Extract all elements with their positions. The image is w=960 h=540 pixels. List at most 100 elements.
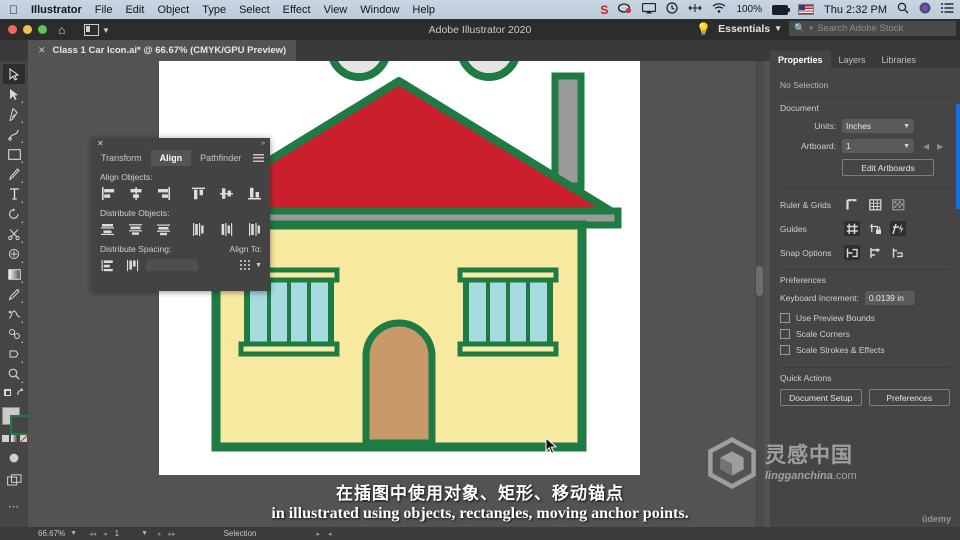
next-artboard-icon[interactable]: ▸ [158, 530, 162, 538]
chevron-left-icon[interactable]: ◀ [923, 142, 929, 151]
align-top-icon[interactable] [191, 186, 206, 200]
units-select[interactable]: Inches ▼ [842, 119, 914, 133]
keyboard-increment-input[interactable]: 0.0139 in [864, 291, 915, 305]
align-horizontal-center-icon[interactable] [128, 186, 143, 200]
snap-to-grid-icon[interactable] [867, 245, 883, 260]
screen-mode-icon[interactable] [3, 470, 25, 490]
chevron-down-icon[interactable]: ▼ [255, 262, 262, 269]
menu-item-help[interactable]: Help [412, 4, 435, 16]
distribute-vertical-center-icon[interactable] [128, 222, 143, 236]
menu-item-view[interactable]: View [324, 4, 348, 16]
curvature-tool[interactable] [3, 124, 25, 144]
show-guides-icon[interactable] [844, 221, 860, 236]
menu-item-file[interactable]: File [95, 4, 113, 16]
selection-tool[interactable] [3, 64, 25, 84]
document-setup-button[interactable]: Document Setup [780, 389, 862, 406]
snap-to-pixel-icon[interactable] [890, 245, 906, 260]
align-panel[interactable]: ✕ » Transform Align Pathfinder Align Obj… [92, 138, 270, 291]
menu-app-name[interactable]: Illustrator [31, 4, 82, 16]
artboard-select[interactable]: 1 ▼ [842, 139, 914, 153]
rectangle-tool[interactable] [3, 144, 25, 164]
symbol-sprayer-tool[interactable] [3, 324, 25, 344]
menubar-clock[interactable]: Thu 2:32 PM [824, 4, 887, 16]
show-rulers-icon[interactable] [844, 197, 860, 212]
scale-corners-row[interactable]: Scale Corners [780, 329, 950, 339]
menu-item-object[interactable]: Object [157, 4, 189, 16]
distribute-spacing-input[interactable] [146, 259, 198, 271]
resize-icon[interactable]: ◂ [328, 530, 332, 538]
shaper-tool[interactable] [3, 344, 25, 364]
align-to-control[interactable]: ▼ [230, 258, 262, 272]
menu-item-select[interactable]: Select [239, 4, 270, 16]
collapse-icon[interactable]: » [261, 140, 265, 147]
gradient-swatch-icon[interactable] [10, 435, 18, 442]
airplay-icon[interactable] [642, 2, 657, 17]
color-swatch-icon[interactable] [1, 435, 9, 442]
preferences-button[interactable]: Preferences [868, 389, 950, 406]
distribute-vertical-bottom-icon[interactable] [156, 222, 171, 236]
close-icon[interactable]: ✕ [97, 139, 104, 148]
free-transform-tool[interactable] [3, 244, 25, 264]
tab-properties[interactable]: Properties [770, 51, 831, 68]
prev-artboard-icon[interactable]: ◂ [103, 530, 107, 538]
lock-guides-icon[interactable] [867, 221, 883, 236]
chevron-down-icon[interactable]: ▼ [70, 530, 77, 537]
tab-libraries[interactable]: Libraries [874, 51, 925, 68]
show-transparency-grid-icon[interactable] [890, 197, 906, 212]
chevron-down-icon[interactable]: ▼ [141, 530, 148, 537]
close-icon[interactable]: ✕ [38, 45, 46, 56]
use-preview-bounds-row[interactable]: Use Preview Bounds [780, 313, 950, 323]
distribute-horizontal-center-icon[interactable] [219, 222, 234, 236]
menu-item-window[interactable]: Window [360, 4, 399, 16]
direct-selection-tool[interactable] [3, 84, 25, 104]
pen-tool[interactable] [3, 104, 25, 124]
tab-layers[interactable]: Layers [831, 51, 874, 68]
workspace-switcher[interactable]: Essentials ▼ [718, 23, 782, 35]
gradient-tool[interactable] [3, 264, 25, 284]
document-tab[interactable]: ✕ Class 1 Car Icon.ai* @ 66.67% (CMYK/GP… [28, 40, 297, 61]
stroke-swatch[interactable] [10, 415, 30, 435]
status-tool-name[interactable]: Selection [224, 529, 257, 538]
drawing-mode-icon[interactable] [3, 448, 25, 468]
align-right-icon[interactable] [156, 186, 171, 200]
snap-to-point-icon[interactable] [844, 245, 860, 260]
checkbox[interactable] [780, 313, 790, 323]
menu-item-edit[interactable]: Edit [125, 4, 144, 16]
chevron-right-icon[interactable]: ▶ [937, 142, 943, 151]
apple-icon[interactable]:  [9, 4, 18, 16]
none-swatch-icon[interactable] [19, 435, 27, 442]
menu-item-effect[interactable]: Effect [283, 4, 311, 16]
first-artboard-icon[interactable]: ◂◂ [89, 530, 96, 538]
distribute-vertical-spacing-icon[interactable] [100, 258, 115, 272]
search-icon[interactable] [897, 2, 909, 17]
artboard-number[interactable]: 1 [115, 529, 119, 538]
last-artboard-icon[interactable]: ▸▸ [169, 530, 176, 538]
play-icon[interactable]: ▸ [316, 530, 320, 538]
distribute-horizontal-right-icon[interactable] [247, 222, 262, 236]
smart-guides-icon[interactable] [890, 221, 906, 236]
tab-transform[interactable]: Transform [92, 150, 151, 166]
panel-menu-icon[interactable] [253, 154, 264, 162]
tab-pathfinder[interactable]: Pathfinder [191, 150, 250, 166]
wifi-icon[interactable] [712, 3, 726, 16]
align-left-icon[interactable] [100, 186, 115, 200]
fill-stroke-swatches[interactable] [2, 407, 30, 435]
zoom-level[interactable]: 66.67% [38, 529, 65, 538]
distribute-horizontal-left-icon[interactable] [191, 222, 206, 236]
dropbox-icon[interactable] [618, 2, 632, 17]
sophos-icon[interactable]: S [600, 3, 608, 17]
time-machine-icon[interactable] [666, 2, 679, 17]
paintbrush-tool[interactable] [3, 164, 25, 184]
scissors-tool[interactable] [3, 224, 25, 244]
discover-icon[interactable]: 💡 [696, 22, 711, 36]
tab-align[interactable]: Align [150, 150, 192, 166]
rotate-tool[interactable] [3, 204, 25, 224]
distribute-horizontal-spacing-icon[interactable] [125, 258, 140, 272]
zoom-tool[interactable] [3, 364, 25, 384]
canvas-area[interactable]: ✕ » Transform Align Pathfinder Align Obj… [28, 17, 770, 527]
type-tool[interactable] [3, 184, 25, 204]
swap-fill-stroke-icon[interactable] [3, 384, 25, 402]
distribute-vertical-top-icon[interactable] [100, 222, 115, 236]
notification-center-icon[interactable] [941, 3, 954, 16]
scale-strokes-effects-row[interactable]: Scale Strokes & Effects [780, 345, 950, 355]
